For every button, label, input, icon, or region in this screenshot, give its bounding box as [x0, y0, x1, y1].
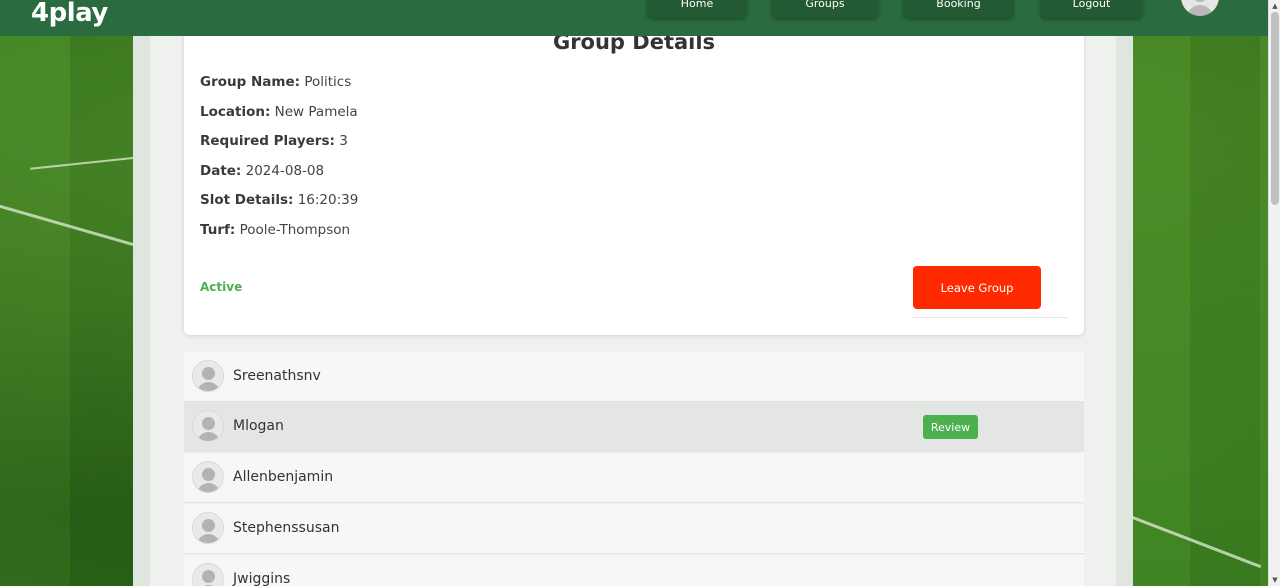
- member-name: Mlogan: [233, 418, 284, 434]
- arrow-down-icon[interactable]: ▼: [1271, 576, 1279, 584]
- detail-value: Politics: [304, 74, 352, 90]
- avatar-body: [197, 382, 220, 391]
- nav-logout-button[interactable]: Logout: [1040, 0, 1143, 18]
- detail-value: 16:20:39: [297, 192, 359, 208]
- arrow-up-icon[interactable]: ▲: [1271, 2, 1279, 10]
- avatar-head: [202, 570, 215, 583]
- member-name: Sreenathsnv: [233, 368, 321, 384]
- detail-value: 2024-08-08: [245, 163, 325, 179]
- detail-required-players: Required Players: 3: [200, 133, 348, 149]
- detail-value: New Pamela: [274, 104, 358, 120]
- app-logo[interactable]: 4play: [31, 0, 108, 28]
- member-list-item[interactable]: Jwiggins: [184, 555, 1084, 586]
- detail-group-name: Group Name: Politics: [200, 74, 351, 90]
- profile-avatar-icon[interactable]: [1181, 0, 1219, 16]
- leave-group-button[interactable]: Leave Group: [913, 266, 1041, 309]
- avatar-head: [202, 519, 215, 532]
- avatar-head: [202, 367, 215, 380]
- detail-label: Date:: [200, 163, 242, 179]
- scrollbar-thumb[interactable]: [1271, 12, 1279, 205]
- detail-label: Turf:: [200, 222, 236, 238]
- user-avatar-icon: [192, 512, 224, 544]
- review-button[interactable]: Review: [923, 415, 978, 439]
- avatar-head: [202, 468, 215, 481]
- member-list-item[interactable]: Mlogan Review: [184, 402, 1084, 452]
- member-name: Allenbenjamin: [233, 469, 334, 485]
- user-avatar-icon: [192, 360, 224, 392]
- member-name: Stephenssusan: [233, 520, 340, 536]
- detail-value: Poole-Thompson: [239, 222, 351, 238]
- top-navbar: 4play Home Groups Booking Logout: [0, 0, 1268, 36]
- member-name: Jwiggins: [233, 571, 291, 586]
- avatar-head: [202, 417, 215, 430]
- nav-groups-button[interactable]: Groups: [771, 0, 879, 18]
- detail-label: Required Players:: [200, 133, 335, 149]
- avatar-body: [197, 534, 220, 543]
- member-list-item[interactable]: Sreenathsnv: [184, 352, 1084, 402]
- detail-slot-details: Slot Details: 16:20:39: [200, 192, 358, 208]
- avatar-head: [1193, 0, 1207, 2]
- detail-value: 3: [339, 133, 348, 149]
- detail-label: Slot Details:: [200, 192, 294, 208]
- detail-date: Date: 2024-08-08: [200, 163, 324, 179]
- avatar-body: [1187, 5, 1213, 16]
- user-avatar-icon: [192, 410, 224, 442]
- nav-booking-button[interactable]: Booking: [903, 0, 1014, 18]
- detail-turf: Turf: Poole-Thompson: [200, 222, 350, 238]
- group-status-text: Active: [200, 280, 243, 294]
- group-details-card: Group Details Group Name: Politics Locat…: [184, 20, 1084, 335]
- divider: [913, 317, 1068, 318]
- user-avatar-icon: [192, 563, 224, 586]
- detail-label: Group Name:: [200, 74, 301, 90]
- nav-home-button[interactable]: Home: [647, 0, 747, 18]
- avatar-body: [197, 432, 220, 441]
- member-list-item[interactable]: Allenbenjamin: [184, 453, 1084, 503]
- detail-label: Location:: [200, 104, 271, 120]
- avatar-body: [197, 483, 220, 492]
- page-scrollbar[interactable]: ▲ ▼: [1268, 0, 1280, 586]
- member-list-item[interactable]: Stephenssusan: [184, 504, 1084, 554]
- user-avatar-icon: [192, 461, 224, 493]
- detail-location: Location: New Pamela: [200, 104, 358, 120]
